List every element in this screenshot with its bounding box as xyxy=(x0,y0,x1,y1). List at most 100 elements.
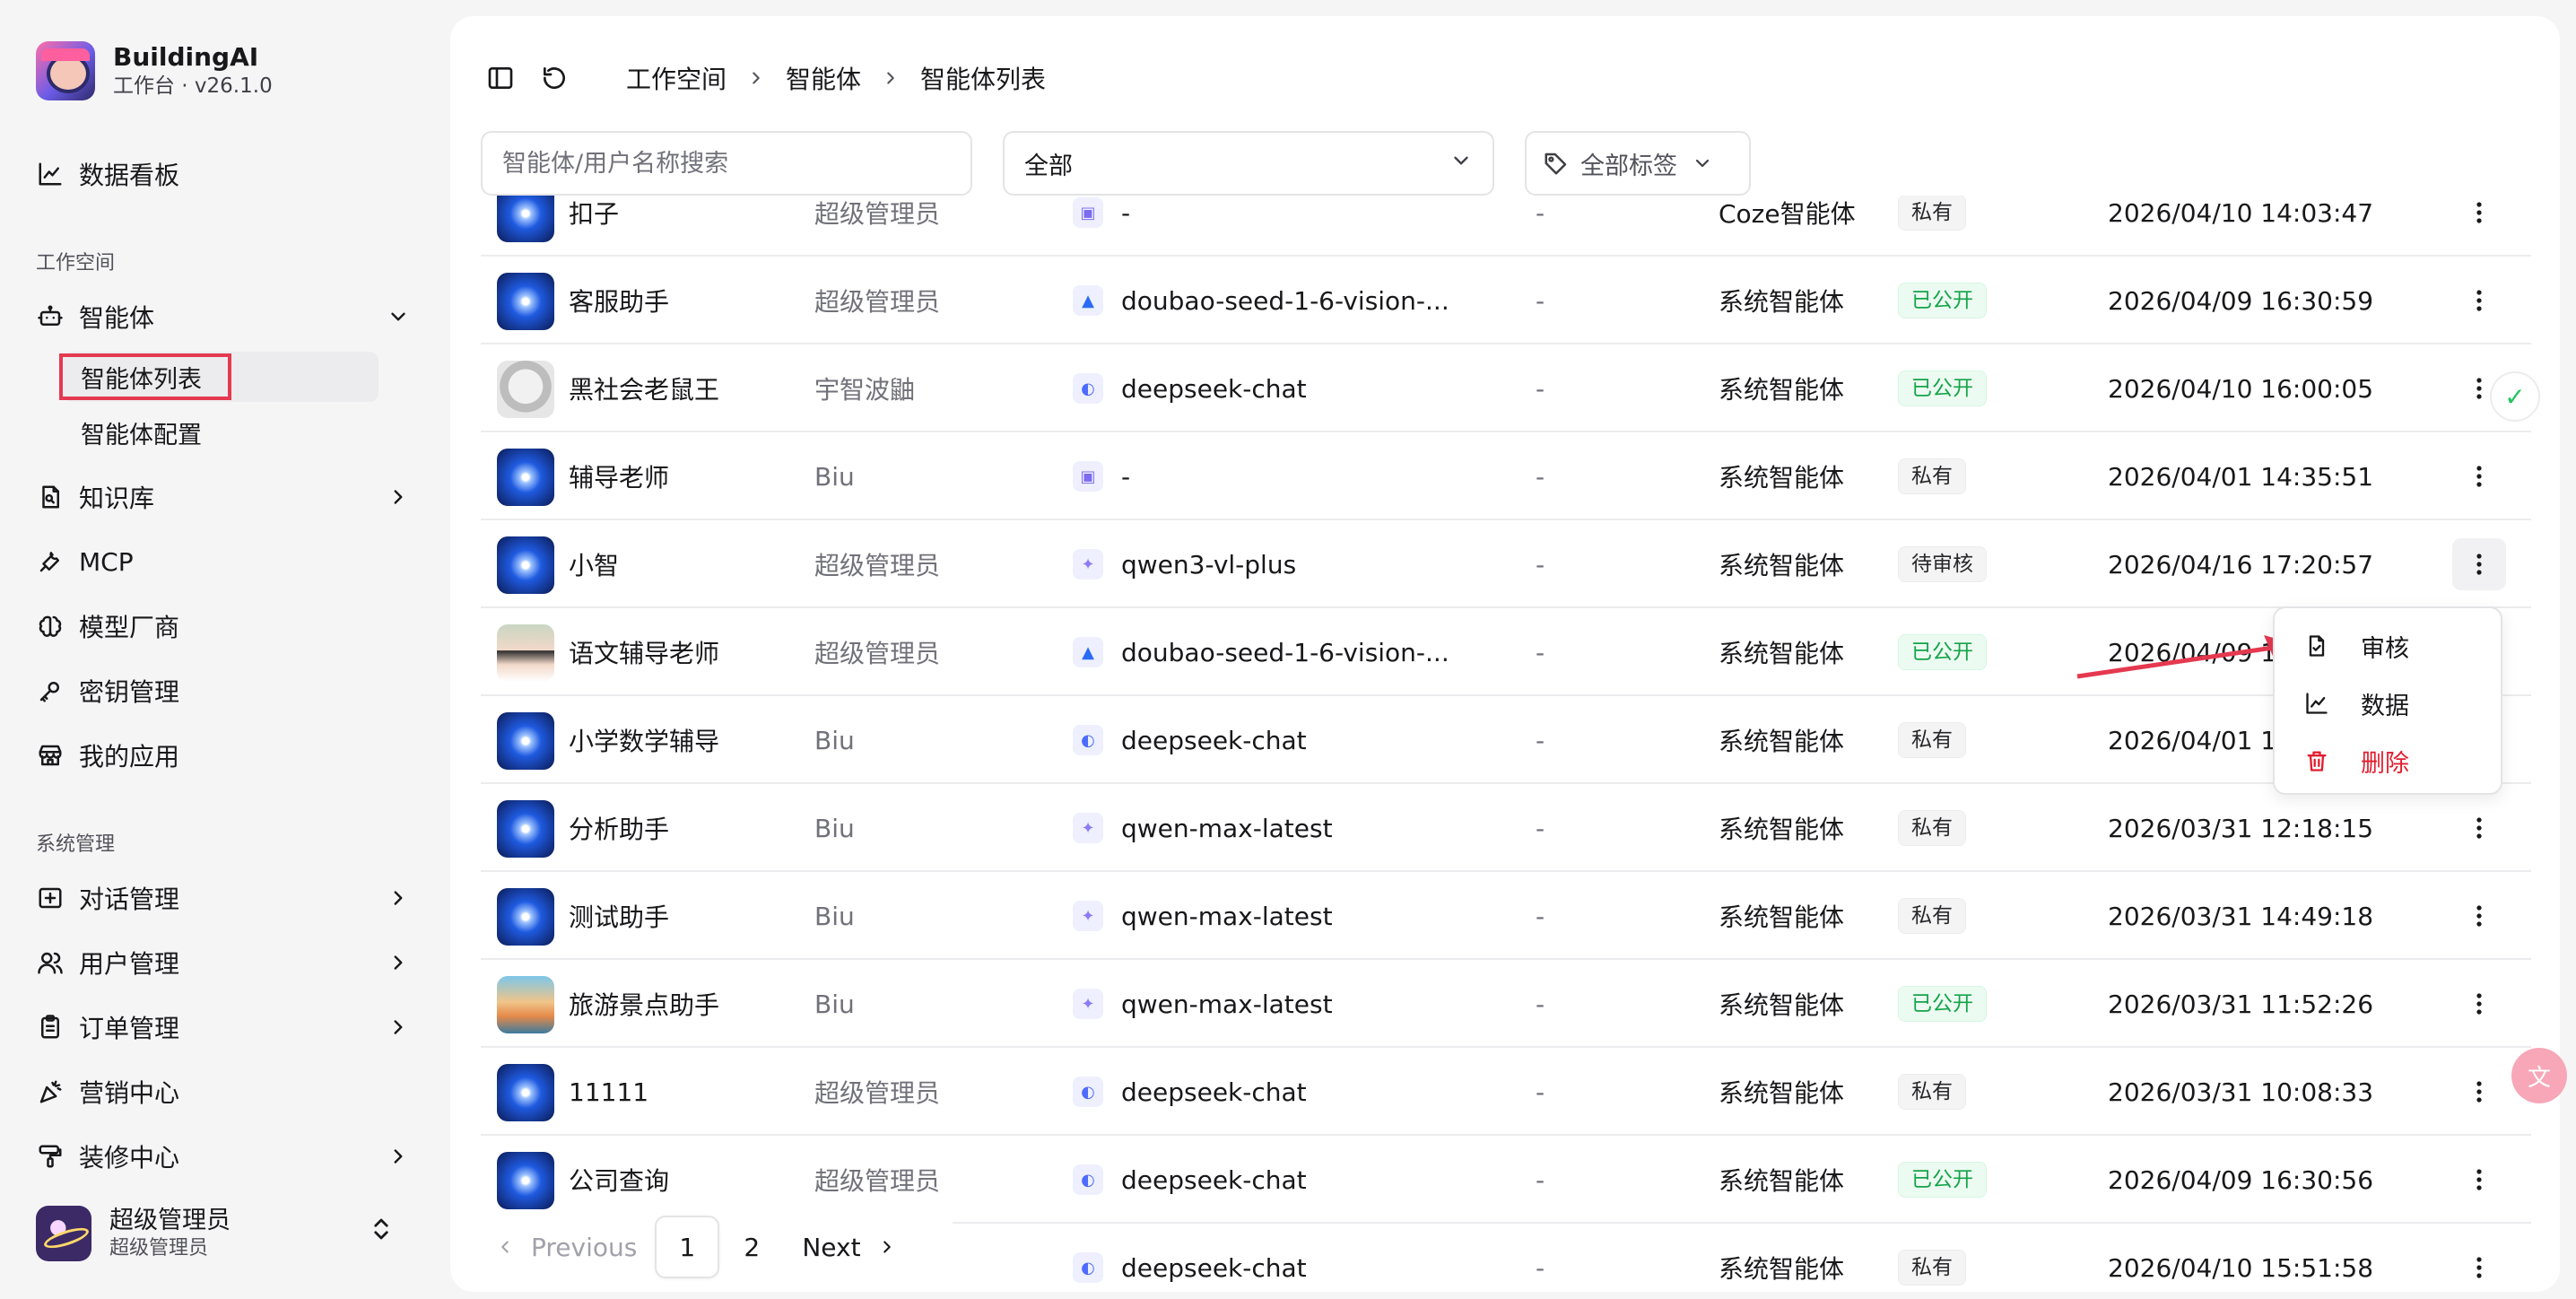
more-vertical-icon[interactable] xyxy=(2452,978,2506,1030)
sidebar-item-user-manage[interactable]: 用户管理 xyxy=(36,937,413,988)
status-select[interactable]: 全部 xyxy=(1003,131,1494,196)
sidebar-item-agent-config[interactable]: 智能体配置 xyxy=(63,407,379,458)
status-cell: 私有 xyxy=(1898,196,1966,257)
sidebar-item-dashboard[interactable]: 数据看板 xyxy=(36,149,413,199)
pagination-previous[interactable]: Previous xyxy=(468,1233,655,1262)
status-badge: 私有 xyxy=(1898,722,1966,758)
agent-owner: 宇智波鼬 xyxy=(814,375,916,405)
status-cell: 私有 xyxy=(1898,784,1966,872)
breadcrumb-item[interactable]: 工作空间 xyxy=(626,60,727,96)
table-row[interactable]: 辅导老师 Biu ▣ - - 系统智能体 私有 2026/04/01 14:35:51 xyxy=(481,432,2531,520)
agent-name: 测试助手 xyxy=(569,902,670,932)
chevron-right-icon xyxy=(881,68,901,88)
sidebar-item-model-vendor[interactable]: 模型厂商 xyxy=(36,601,413,651)
users-icon xyxy=(36,948,65,977)
sidebar-item-knowledge[interactable]: 知识库 xyxy=(36,472,413,522)
agent-name: 分析助手 xyxy=(569,815,670,844)
row-actions xyxy=(2452,257,2506,344)
table-row[interactable]: 11111 超级管理员 ◐ deepseek-chat - 系统智能体 私有 2026/03/… xyxy=(481,1048,2531,1136)
breadcrumb-item[interactable]: 智能体 xyxy=(786,60,861,96)
agent-created-at: 2026/04/10 14:03:47 xyxy=(2108,197,2374,228)
sidebar-item-label: 对话管理 xyxy=(79,885,180,914)
status-badge: 待审核 xyxy=(1898,546,1987,582)
more-vertical-icon[interactable] xyxy=(2452,450,2506,502)
menu-item-data[interactable]: 数据 xyxy=(2282,675,2493,732)
more-vertical-icon[interactable] xyxy=(2452,1154,2506,1206)
sidebar-item-label: 数据看板 xyxy=(79,161,180,190)
agent-owner: Biu xyxy=(814,989,855,1019)
agent-created-at: 2026/04/09 16:30:56 xyxy=(2108,1164,2374,1195)
menu-item-review[interactable]: 审核 xyxy=(2282,617,2493,675)
qwen-icon: ✦ xyxy=(1073,989,1103,1019)
status-cell: 私有 xyxy=(1898,1224,1966,1292)
more-vertical-icon[interactable] xyxy=(2452,1242,2506,1292)
agent-model-name: qwen-max-latest xyxy=(1121,989,1333,1019)
sidebar-item-mcp[interactable]: MCP xyxy=(36,536,413,587)
clipboard-icon xyxy=(36,1013,65,1042)
table-row[interactable]: 客服助手 超级管理员 ▲ doubao-seed-1-6-vision-... - 系统智… xyxy=(481,257,2531,344)
agent-owner: Biu xyxy=(814,813,855,843)
agent-type: 系统智能体 xyxy=(1719,727,1845,756)
sidebar-item-agent-list[interactable]: 智能体列表 xyxy=(63,352,379,402)
chevron-down-icon xyxy=(1692,153,1713,174)
tag-filter[interactable]: 全部标签 xyxy=(1525,131,1751,196)
table-row[interactable]: 旅游景点助手 Biu ✦ qwen-max-latest - 系统智能体 已公开 2026/0… xyxy=(481,960,2531,1048)
table-row[interactable]: 小学数学辅导 Biu ◐ deepseek-chat - 系统智能体 私有 2026/04/0… xyxy=(481,696,2531,784)
chevron-right-icon xyxy=(384,948,413,977)
pagination-next[interactable]: Next xyxy=(784,1233,914,1262)
agent-created-at: 2026/04/09 16:30:59 xyxy=(2108,285,2374,316)
agent-name: 小智 xyxy=(569,551,620,580)
table-row[interactable]: 扣子 超级管理员 ▣ - - Coze智能体 私有 2026/04/10 14:03:47 xyxy=(481,196,2531,257)
more-vertical-icon[interactable] xyxy=(2452,538,2506,590)
more-vertical-icon[interactable] xyxy=(2452,196,2506,239)
floating-assistant-icon[interactable]: ✓ xyxy=(2490,371,2540,422)
sidebar-item-order-manage[interactable]: 订单管理 xyxy=(36,1002,413,1052)
table-row[interactable]: 黑社会老鼠王 宇智波鼬 ◐ deepseek-chat - 系统智能体 已公开 2026/04… xyxy=(481,344,2531,432)
agent-extra: - xyxy=(1536,725,1545,755)
sidebar-item-agents[interactable]: 智能体 xyxy=(36,292,413,342)
agent-avatar xyxy=(497,624,554,682)
status-cell: 已公开 xyxy=(1898,608,1987,696)
menu-item-delete[interactable]: 删除 xyxy=(2282,732,2493,789)
more-vertical-icon[interactable] xyxy=(2452,1066,2506,1118)
agent-owner: Biu xyxy=(814,461,855,492)
sidebar-item-label: 订单管理 xyxy=(79,1014,180,1043)
sidebar-item-my-apps[interactable]: 我的应用 xyxy=(36,730,413,780)
sidebar-item-chat-manage[interactable]: 对话管理 xyxy=(36,873,413,923)
more-vertical-icon[interactable] xyxy=(2452,890,2506,942)
refresh-icon[interactable] xyxy=(536,60,572,96)
chevrons-up-down-icon[interactable] xyxy=(368,1216,395,1246)
agent-model: ▲ doubao-seed-1-6-vision-... xyxy=(1073,257,1449,344)
sidebar-item-decoration[interactable]: 装修中心 xyxy=(36,1131,413,1181)
menu-item-label: 删除 xyxy=(2361,749,2409,778)
status-cell: 私有 xyxy=(1898,1048,1966,1136)
table-row[interactable]: 语文辅导老师 超级管理员 ▲ doubao-seed-1-6-vision-... - 系… xyxy=(481,608,2531,696)
search-input[interactable] xyxy=(481,131,972,196)
table-row[interactable]: 小智 超级管理员 ✦ qwen3-vl-plus - 系统智能体 待审核 2026/04/16… xyxy=(481,520,2531,608)
status-cell: 已公开 xyxy=(1898,344,1987,432)
more-vertical-icon[interactable] xyxy=(2452,275,2506,327)
sidebar: BuildingAI 工作台 · v26.1.0 数据看板 工作空间 智能体 智… xyxy=(0,0,448,1299)
agent-type: 系统智能体 xyxy=(1719,287,1845,317)
agent-extra: - xyxy=(1536,637,1545,667)
status-cell: 已公开 xyxy=(1898,960,1987,1048)
agent-model: ✦ qwen3-vl-plus xyxy=(1073,520,1296,608)
sidebar-toggle-icon[interactable] xyxy=(483,60,518,96)
brand-version: 工作台 · v26.1.0 xyxy=(113,74,273,98)
brand[interactable]: BuildingAI 工作台 · v26.1.0 xyxy=(36,41,273,100)
sidebar-item-label: 营销中心 xyxy=(79,1078,180,1108)
more-vertical-icon[interactable] xyxy=(2452,802,2506,854)
sidebar-item-key-manage[interactable]: 密钥管理 xyxy=(36,666,413,716)
menu-item-label: 数据 xyxy=(2361,692,2409,720)
chevron-right-icon xyxy=(746,68,766,88)
pagination-page[interactable]: 1 xyxy=(655,1216,720,1278)
table-row[interactable]: 分析助手 Biu ✦ qwen-max-latest - 系统智能体 私有 2026/03/3… xyxy=(481,784,2531,872)
chevron-down-icon xyxy=(1449,149,1473,179)
status-cell: 已公开 xyxy=(1898,1136,1987,1224)
table-row[interactable]: 测试助手 Biu ✦ qwen-max-latest - 系统智能体 私有 2026/03/3… xyxy=(481,872,2531,960)
agent-name: 黑社会老鼠王 xyxy=(569,375,720,405)
translate-icon[interactable]: 文 xyxy=(2511,1048,2567,1103)
user-card[interactable]: 超级管理员 超级管理员 xyxy=(36,1198,413,1269)
pagination-page[interactable]: 2 xyxy=(719,1216,784,1278)
sidebar-item-marketing[interactable]: 营销中心 xyxy=(36,1067,413,1117)
